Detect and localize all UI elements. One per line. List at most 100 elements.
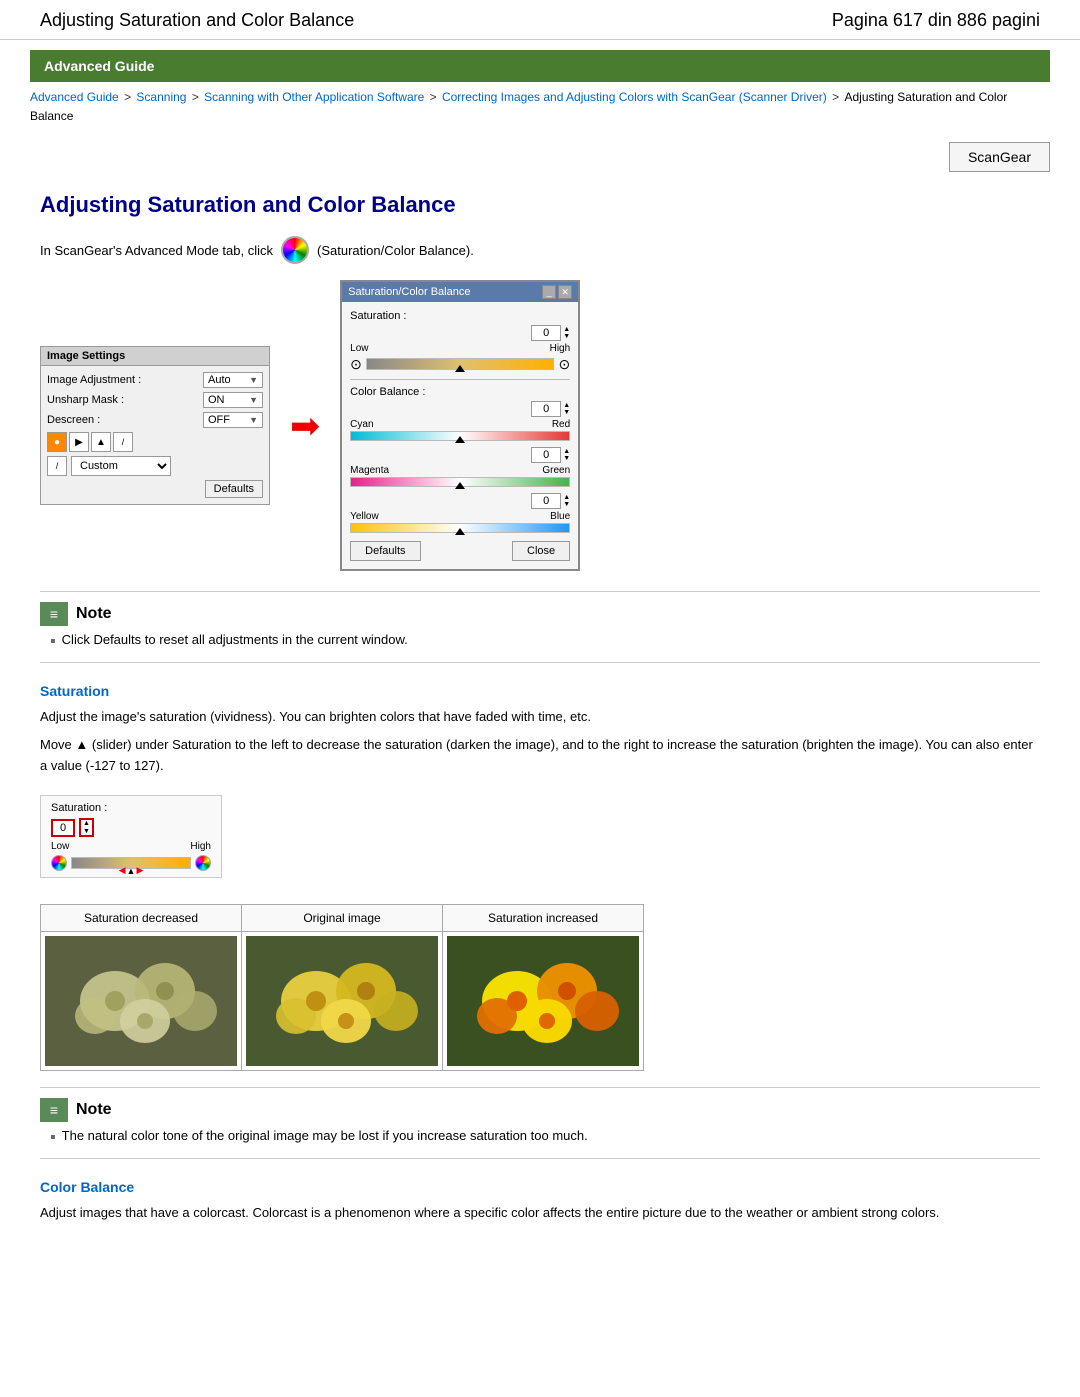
magenta-green-value-row: ▲ ▼ [350, 447, 570, 463]
flower-increased-svg [447, 936, 639, 1066]
yellow-blue-up[interactable]: ▲ [563, 494, 570, 501]
saturation-para1: Adjust the image's saturation (vividness… [40, 707, 1040, 728]
yellow-blue-value-row: ▲ ▼ [350, 493, 570, 509]
satcb-title-bar: Saturation/Color Balance _ ✕ [342, 282, 578, 302]
icon-btn-1[interactable]: ● [47, 432, 67, 452]
satcb-panel: Saturation/Color Balance _ ✕ Saturation … [340, 280, 580, 571]
yellow-label: Yellow [350, 511, 379, 522]
image-settings-panel: Image Settings Image Adjustment : Auto ▼… [40, 346, 270, 505]
saturation-label: Saturation : [350, 310, 570, 322]
note-bullet-2: ▪ [50, 1128, 56, 1147]
color-balance-label: Color Balance : [350, 386, 570, 398]
magenta-green-up[interactable]: ▲ [563, 448, 570, 455]
satcb-close-btn[interactable]: ✕ [558, 285, 572, 299]
yellow-blue-input[interactable] [531, 493, 561, 509]
flower-col-2: Original image [242, 905, 443, 932]
flower-decreased-svg [45, 936, 237, 1066]
flower-original-svg [246, 936, 438, 1066]
breadcrumb-sep-3: > [430, 90, 440, 104]
saturation-slider-track[interactable] [366, 358, 555, 370]
flower-increased-img [447, 936, 639, 1066]
mini-sat-up[interactable]: ▲ [81, 820, 92, 828]
magenta-green-input[interactable] [531, 447, 561, 463]
saturation-input[interactable] [531, 325, 561, 341]
breadcrumb-correcting[interactable]: Correcting Images and Adjusting Colors w… [442, 90, 827, 104]
scangear-button[interactable]: ScanGear [949, 142, 1050, 172]
cyan-red-up[interactable]: ▲ [563, 402, 570, 409]
saturation-up-btn[interactable]: ▲ [563, 326, 570, 333]
saturation-high: High [550, 343, 571, 354]
main-content: Adjusting Saturation and Color Balance I… [0, 172, 1080, 1261]
cyan-red-track[interactable] [350, 431, 570, 441]
magenta-green-thumb [455, 482, 465, 489]
icon-btn-2[interactable]: ▶ [69, 432, 89, 452]
flower-col-1: Saturation decreased [41, 905, 242, 932]
mini-sat-track[interactable]: ◀ ▲ ▶ [71, 857, 191, 869]
mini-sat-low: Low [51, 841, 69, 852]
saturation-icon-left: ⊙ [350, 356, 362, 373]
image-adjustment-value: Auto ▼ [203, 372, 263, 388]
unsharp-label: Unsharp Mask : [47, 394, 137, 406]
breadcrumb-advanced-guide[interactable]: Advanced Guide [30, 90, 119, 104]
cyan-red-input[interactable] [531, 401, 561, 417]
mini-sat-slider-row: ◀ ▲ ▶ [51, 855, 211, 871]
icon-btn-4[interactable]: / [113, 432, 133, 452]
mini-sat-down[interactable]: ▼ [81, 828, 92, 836]
breadcrumb-scanning[interactable]: Scanning [136, 90, 186, 104]
icon-btn-5[interactable]: / [47, 456, 67, 476]
mini-sat-value-row: 0 ▲ ▼ [51, 818, 211, 837]
blue-label: Blue [550, 511, 570, 522]
magenta-green-down[interactable]: ▼ [563, 455, 570, 462]
note-section-1: Note ▪ Click Defaults to reset all adjus… [40, 591, 1040, 662]
note-text-1: Click Defaults to reset all adjustments … [62, 632, 408, 647]
magenta-green-track[interactable] [350, 477, 570, 487]
advanced-guide-banner: Advanced Guide [30, 50, 1050, 82]
page-header: Adjusting Saturation and Color Balance P… [0, 0, 1080, 40]
flower-increased-cell [443, 932, 644, 1071]
saturation-heading: Saturation [40, 683, 1040, 699]
magenta-green-end-labels: Magenta Green [350, 465, 570, 476]
note-section-2: Note ▪ The natural color tone of the ori… [40, 1087, 1040, 1158]
mini-sat-control: Saturation : 0 ▲ ▼ Low High ◀ ▲ ▶ [40, 795, 222, 878]
flower-col-3: Saturation increased [443, 905, 644, 932]
satcb-minimize-btn[interactable]: _ [542, 285, 556, 299]
descreen-arrow[interactable]: ▼ [249, 415, 258, 425]
panel-defaults-button[interactable]: Defaults [205, 480, 263, 498]
satcb-close-btns: _ ✕ [542, 285, 572, 299]
flower-decreased-img [45, 936, 237, 1066]
note-icon-1 [40, 602, 68, 626]
panel-icons: ● ▶ ▲ / [47, 432, 263, 452]
mini-sat-spin: ▲ ▼ [79, 818, 94, 837]
flower-original-cell [242, 932, 443, 1071]
unsharp-arrow[interactable]: ▼ [249, 395, 258, 405]
breadcrumb-scanning-other[interactable]: Scanning with Other Application Software [204, 90, 424, 104]
image-adjustment-arrow[interactable]: ▼ [249, 375, 258, 385]
yellow-blue-track[interactable] [350, 523, 570, 533]
note-title-2: Note [76, 1101, 112, 1119]
cyan-red-value-row: ▲ ▼ [350, 401, 570, 417]
yellow-blue-spinbtns: ▲ ▼ [563, 494, 570, 508]
satcb-defaults-button[interactable]: Defaults [350, 541, 420, 561]
breadcrumb-sep-4: > [832, 90, 842, 104]
breadcrumb-sep-2: > [192, 90, 202, 104]
note-item-2: ▪ The natural color tone of the original… [50, 1128, 1040, 1147]
note-header-2: Note [40, 1098, 1040, 1122]
mini-sat-icon-right [195, 855, 211, 871]
custom-select[interactable]: Custom [71, 456, 171, 476]
mini-sat-label: Saturation : [51, 802, 211, 814]
descreen-label: Descreen : [47, 414, 137, 426]
yellow-blue-down[interactable]: ▼ [563, 501, 570, 508]
yellow-blue-thumb [455, 528, 465, 535]
mini-sat-value-box[interactable]: 0 [51, 819, 75, 837]
icon-btn-3[interactable]: ▲ [91, 432, 111, 452]
mini-sat-icon-left [51, 855, 67, 871]
satcb-close-button[interactable]: Close [512, 541, 570, 561]
descreen-value: OFF ▼ [203, 412, 263, 428]
satcb-title: Saturation/Color Balance [348, 286, 470, 298]
cyan-red-down[interactable]: ▼ [563, 409, 570, 416]
color-balance-para1: Adjust images that have a colorcast. Col… [40, 1203, 1040, 1224]
flower-comparison-table: Saturation decreased Original image Satu… [40, 904, 644, 1071]
saturation-down-btn[interactable]: ▼ [563, 333, 570, 340]
color-balance-heading: Color Balance [40, 1179, 1040, 1195]
intro-after: (Saturation/Color Balance). [317, 243, 474, 258]
